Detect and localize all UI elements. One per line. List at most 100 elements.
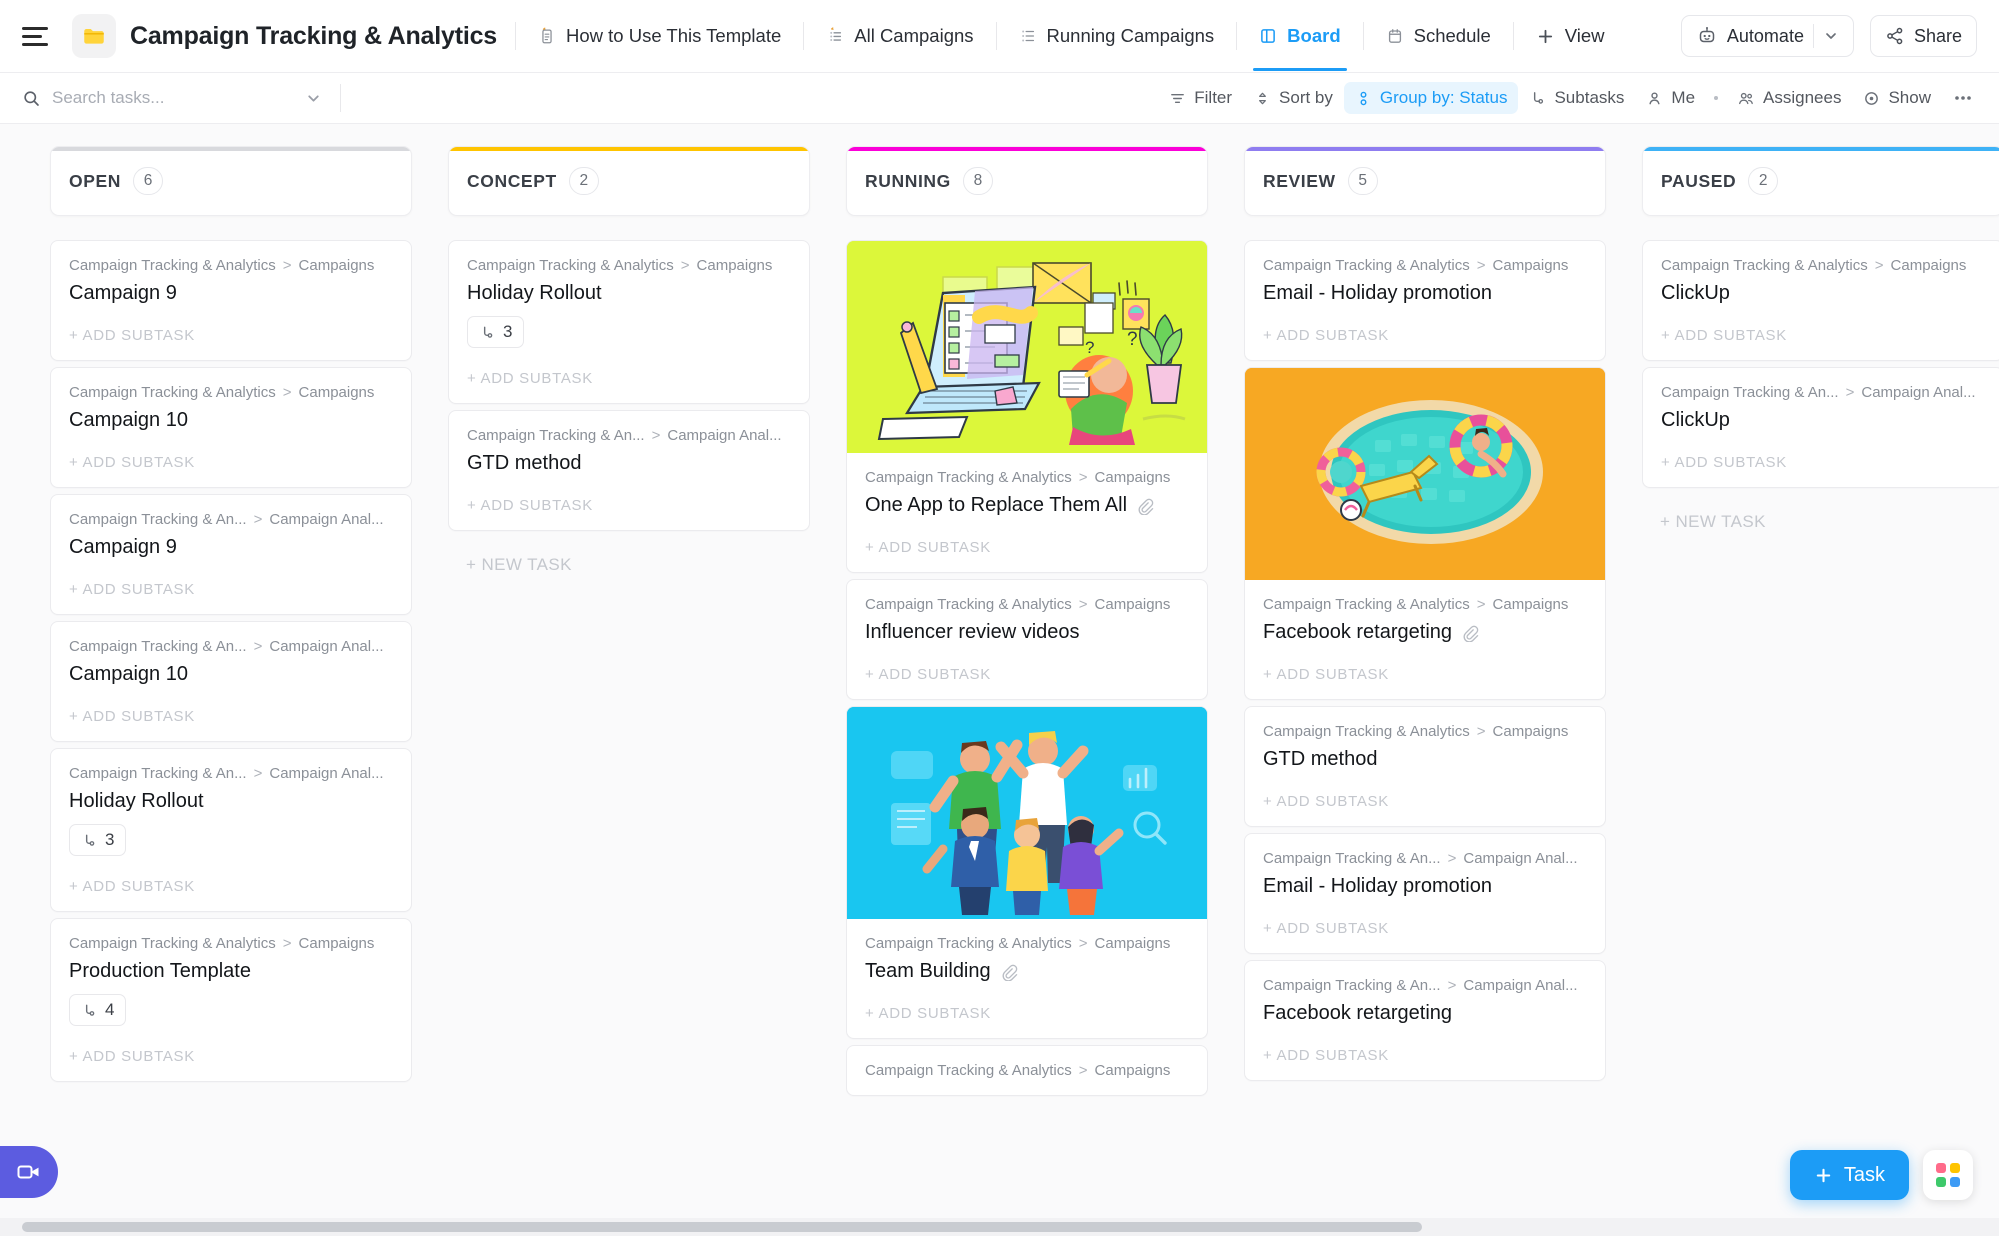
add-subtask-button[interactable]: + ADD SUBTASK xyxy=(847,644,1207,699)
task-card[interactable]: Campaign Tracking & Analytics > Campaign… xyxy=(1244,240,1606,361)
task-card[interactable]: Campaign Tracking & An... > Campaign Ana… xyxy=(50,748,412,912)
column-header-paused[interactable]: PAUSED 2 xyxy=(1642,146,1999,216)
task-card-body: Campaign Tracking & An... > Campaign Ana… xyxy=(1245,961,1605,1025)
show-label: Show xyxy=(1888,88,1931,107)
task-card[interactable]: ? ? Campaign Tracking & Analytics > Camp… xyxy=(846,240,1208,573)
view-tab-all-campaigns[interactable]: All Campaigns xyxy=(822,20,977,52)
column-color-bar xyxy=(51,147,411,151)
view-tab-schedule[interactable]: Schedule xyxy=(1382,21,1495,52)
task-card[interactable]: Campaign Tracking & Analytics > Campaign… xyxy=(50,367,412,488)
automate-button[interactable]: Automate xyxy=(1680,15,1854,57)
sort-by-button[interactable]: Sort by xyxy=(1243,82,1344,114)
column-header-running[interactable]: RUNNING 8 xyxy=(846,146,1208,216)
task-card[interactable]: Campaign Tracking & An... > Campaign Ana… xyxy=(50,494,412,615)
add-subtask-button[interactable]: + ADD SUBTASK xyxy=(847,517,1207,572)
task-card-body: Campaign Tracking & Analytics > Campaign… xyxy=(847,919,1207,983)
add-subtask-button[interactable]: + ADD SUBTASK xyxy=(51,432,411,487)
add-subtask-button[interactable]: + ADD SUBTASK xyxy=(1245,771,1605,826)
view-tab-board[interactable]: Board xyxy=(1253,21,1348,71)
task-card[interactable]: Campaign Tracking & Analytics > Campaign… xyxy=(50,240,412,361)
clip-recording-button[interactable] xyxy=(0,1146,58,1198)
subtask-count-chip[interactable]: 3 xyxy=(69,824,127,856)
subtasks-label: Subtasks xyxy=(1554,88,1625,107)
add-subtask-button[interactable]: + ADD SUBTASK xyxy=(1643,305,1999,360)
task-title-row: ClickUp xyxy=(1661,409,1985,432)
add-subtask-button[interactable]: + ADD SUBTASK xyxy=(1245,898,1605,953)
breadcrumb-separator: > xyxy=(282,257,292,274)
scrollbar-thumb[interactable] xyxy=(22,1222,1422,1232)
board-column-open: OPEN 6 Campaign Tracking & Analytics > C… xyxy=(50,146,412,1236)
doc-pinned-icon xyxy=(542,27,552,44)
task-card[interactable]: Campaign Tracking & An... > Campaign Ana… xyxy=(50,621,412,742)
divider xyxy=(1812,24,1814,48)
add-subtask-button[interactable]: + ADD SUBTASK xyxy=(51,686,411,741)
task-card[interactable]: Campaign Tracking & An... > Campaign Ana… xyxy=(1642,367,1999,488)
breadcrumb-child: Campaign Anal... xyxy=(1463,977,1578,994)
task-card[interactable]: Campaign Tracking & An... > Campaign Ana… xyxy=(1244,960,1606,1081)
hamburger-menu-icon[interactable] xyxy=(22,19,56,53)
horizontal-scrollbar[interactable] xyxy=(0,1218,1999,1236)
show-button[interactable]: Show xyxy=(1852,82,1942,114)
share-button[interactable]: Share xyxy=(1869,15,1977,57)
task-card[interactable]: Campaign Tracking & Analytics > Campaign… xyxy=(846,706,1208,1039)
add-subtask-button[interactable]: + ADD SUBTASK xyxy=(1245,1025,1605,1080)
breadcrumb: Campaign Tracking & Analytics > Campaign… xyxy=(467,257,791,274)
group-icon xyxy=(1360,91,1367,105)
task-card[interactable]: Campaign Tracking & An... > Campaign Ana… xyxy=(448,410,810,531)
column-header-open[interactable]: OPEN 6 xyxy=(50,146,412,216)
column-header-concept[interactable]: CONCEPT 2 xyxy=(448,146,810,216)
add-subtask-button[interactable]: + ADD SUBTASK xyxy=(1643,432,1999,487)
board-icon xyxy=(1261,29,1276,43)
task-card[interactable]: Campaign Tracking & Analytics > Campaign… xyxy=(1642,240,1999,361)
list-pinned-icon xyxy=(830,27,842,42)
group-by-label: Group by: Status xyxy=(1379,88,1508,107)
task-card[interactable]: Campaign Tracking & Analytics > Campaign… xyxy=(1244,367,1606,700)
breadcrumb-child: Campaign Anal... xyxy=(1861,384,1976,401)
new-task-button[interactable]: + NEW TASK xyxy=(448,537,810,593)
task-title-row: Campaign 10 xyxy=(69,409,393,432)
add-subtask-button[interactable]: + ADD SUBTASK xyxy=(847,983,1207,1038)
add-subtask-button[interactable]: + ADD SUBTASK xyxy=(51,559,411,614)
add-view-button[interactable]: View xyxy=(1532,21,1609,52)
add-subtask-button[interactable]: + ADD SUBTASK xyxy=(51,305,411,360)
task-title-row: Campaign 9 xyxy=(69,282,393,305)
breadcrumb: Campaign Tracking & Analytics > Campaign… xyxy=(1661,257,1985,274)
folder-icon[interactable] xyxy=(72,14,116,58)
search-tasks-container[interactable] xyxy=(22,88,322,108)
view-tab-running-campaigns[interactable]: Running Campaigns xyxy=(1015,21,1219,52)
task-card[interactable]: Campaign Tracking & Analytics > Campaign… xyxy=(448,240,810,404)
column-header-review[interactable]: REVIEW 5 xyxy=(1244,146,1606,216)
assignees-button[interactable]: Assignees xyxy=(1726,82,1852,114)
add-subtask-button[interactable]: + ADD SUBTASK xyxy=(449,475,809,530)
breadcrumb-separator: > xyxy=(1476,257,1486,274)
view-tab-how-to-use[interactable]: How to Use This Template xyxy=(534,20,785,52)
breadcrumb-parent: Campaign Tracking & An... xyxy=(69,511,247,528)
breadcrumb-child: Campaigns xyxy=(1492,257,1569,274)
task-card[interactable]: Campaign Tracking & Analytics > Campaign… xyxy=(1244,706,1606,827)
add-subtask-button[interactable]: + ADD SUBTASK xyxy=(51,1026,411,1081)
new-task-button[interactable]: + NEW TASK xyxy=(1642,494,1999,550)
task-card-body: Campaign Tracking & An... > Campaign Ana… xyxy=(449,411,809,475)
add-subtask-button[interactable]: + ADD SUBTASK xyxy=(449,348,809,403)
breadcrumb-parent: Campaign Tracking & Analytics xyxy=(1661,257,1868,274)
task-card[interactable]: Campaign Tracking & Analytics > Campaign… xyxy=(50,918,412,1082)
task-card[interactable]: Campaign Tracking & Analytics > Campaign… xyxy=(846,1045,1208,1096)
add-subtask-button[interactable]: + ADD SUBTASK xyxy=(1245,644,1605,699)
task-card[interactable]: Campaign Tracking & An... > Campaign Ana… xyxy=(1244,833,1606,954)
subtask-count-chip[interactable]: 4 xyxy=(69,994,127,1026)
search-input[interactable] xyxy=(52,88,252,108)
me-button[interactable]: Me xyxy=(1635,82,1706,114)
task-card[interactable]: Campaign Tracking & Analytics > Campaign… xyxy=(846,579,1208,700)
add-subtask-button[interactable]: + ADD SUBTASK xyxy=(51,856,411,911)
new-task-fab[interactable]: Task xyxy=(1789,1150,1909,1200)
apps-launcher-button[interactable] xyxy=(1923,1150,1973,1200)
add-subtask-button[interactable]: + ADD SUBTASK xyxy=(1245,305,1605,360)
filter-button[interactable]: Filter xyxy=(1158,82,1243,114)
group-by-button[interactable]: Group by: Status xyxy=(1343,82,1519,114)
more-options-button[interactable] xyxy=(1942,88,1977,108)
subtask-count-chip[interactable]: 3 xyxy=(467,316,525,348)
plus-icon xyxy=(1538,29,1552,43)
breadcrumb-child: Campaigns xyxy=(1492,723,1569,740)
subtasks-button[interactable]: Subtasks xyxy=(1518,82,1635,114)
task-title: Production Template xyxy=(69,960,251,982)
